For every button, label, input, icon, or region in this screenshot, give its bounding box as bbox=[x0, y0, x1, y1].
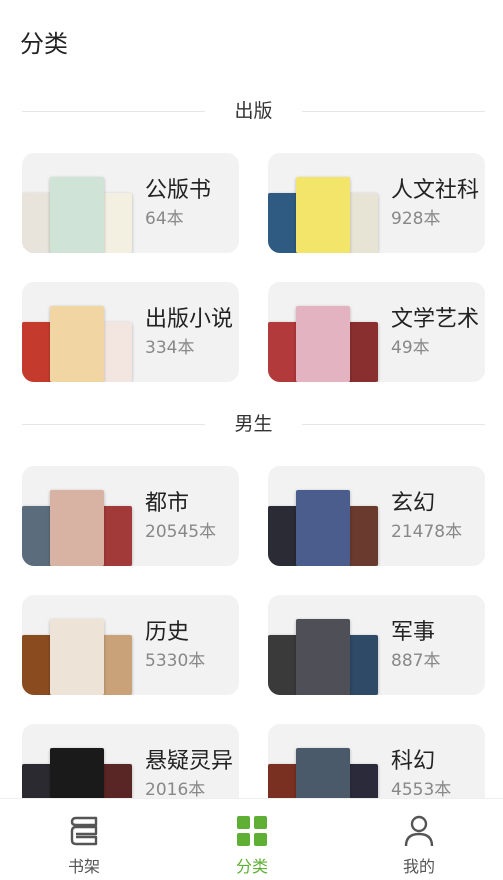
book-cover bbox=[268, 322, 298, 382]
book-cover bbox=[296, 490, 350, 566]
category-card[interactable]: 军事 887本 bbox=[268, 595, 485, 695]
book-cover bbox=[50, 306, 104, 382]
book-cover bbox=[50, 619, 104, 695]
book-cover bbox=[102, 322, 132, 382]
book-covers bbox=[22, 748, 132, 798]
category-name: 公版书 bbox=[145, 178, 212, 203]
bottom-tab-bar: 书架 分类 我的 bbox=[0, 798, 503, 880]
category-count: 21478本 bbox=[391, 522, 463, 542]
category-card[interactable]: 文学艺术 49本 bbox=[268, 282, 485, 382]
section-divider-publishing: 出版 bbox=[22, 101, 485, 121]
book-cover bbox=[296, 748, 350, 798]
category-count: 20545本 bbox=[145, 522, 217, 542]
category-name: 军事 bbox=[391, 620, 436, 645]
category-card[interactable]: 公版书 64本 bbox=[22, 153, 239, 253]
category-card[interactable]: 悬疑灵异 2016本 bbox=[22, 724, 239, 798]
book-covers bbox=[268, 177, 378, 253]
category-name: 悬疑灵异 bbox=[145, 749, 234, 774]
tab-category[interactable]: 分类 bbox=[168, 799, 336, 880]
book-cover bbox=[102, 635, 132, 695]
book-cover bbox=[268, 764, 298, 798]
tab-bookshelf[interactable]: 书架 bbox=[0, 799, 168, 880]
book-covers bbox=[268, 748, 378, 798]
category-name: 科幻 bbox=[391, 749, 436, 774]
category-count: 49本 bbox=[391, 338, 430, 358]
book-covers bbox=[22, 619, 132, 695]
category-name: 都市 bbox=[145, 491, 190, 516]
category-card[interactable]: 人文社科 928本 bbox=[268, 153, 485, 253]
section-title: 出版 bbox=[234, 100, 273, 122]
book-cover bbox=[22, 322, 52, 382]
book-cover bbox=[102, 193, 132, 253]
category-count: 887本 bbox=[391, 651, 441, 671]
tab-label: 书架 bbox=[67, 857, 100, 876]
book-cover bbox=[296, 619, 350, 695]
section-divider-male: 男生 bbox=[22, 414, 485, 434]
book-cover bbox=[22, 506, 52, 566]
book-cover bbox=[22, 193, 52, 253]
user-icon bbox=[404, 815, 434, 847]
category-card[interactable]: 玄幻 21478本 bbox=[268, 466, 485, 566]
book-covers bbox=[22, 177, 132, 253]
page-title: 分类 bbox=[20, 30, 68, 58]
category-name: 出版小说 bbox=[145, 307, 234, 332]
category-count: 64本 bbox=[145, 209, 184, 229]
book-covers bbox=[22, 306, 132, 382]
book-cover bbox=[102, 764, 132, 798]
book-cover bbox=[268, 193, 298, 253]
book-cover bbox=[22, 635, 52, 695]
book-cover bbox=[348, 193, 378, 253]
category-card[interactable]: 都市 20545本 bbox=[22, 466, 239, 566]
book-cover bbox=[348, 764, 378, 798]
grid-icon bbox=[237, 816, 267, 846]
book-covers bbox=[22, 490, 132, 566]
section-title: 男生 bbox=[234, 413, 273, 435]
book-cover bbox=[348, 322, 378, 382]
book-cover bbox=[296, 177, 350, 253]
category-count: 2016本 bbox=[145, 780, 206, 798]
book-cover bbox=[268, 635, 298, 695]
book-cover bbox=[268, 506, 298, 566]
book-covers bbox=[268, 306, 378, 382]
tab-profile[interactable]: 我的 bbox=[335, 799, 503, 880]
book-cover bbox=[348, 506, 378, 566]
category-count: 334本 bbox=[145, 338, 195, 358]
category-card[interactable]: 历史 5330本 bbox=[22, 595, 239, 695]
bookshelf-icon bbox=[70, 816, 98, 846]
book-cover bbox=[296, 306, 350, 382]
category-card[interactable]: 出版小说 334本 bbox=[22, 282, 239, 382]
category-name: 玄幻 bbox=[391, 491, 436, 516]
category-count: 928本 bbox=[391, 209, 441, 229]
category-name: 文学艺术 bbox=[391, 307, 480, 332]
book-cover bbox=[102, 506, 132, 566]
tab-label: 分类 bbox=[235, 857, 268, 876]
category-name: 人文社科 bbox=[391, 178, 480, 203]
book-covers bbox=[268, 490, 378, 566]
book-cover bbox=[50, 490, 104, 566]
category-scroll-area[interactable]: 分类 出版 公版书 64本 人文社科 928本 出版小说 334本 文学艺术 4… bbox=[0, 0, 503, 798]
book-cover bbox=[50, 177, 104, 253]
book-cover bbox=[50, 748, 104, 798]
book-cover bbox=[348, 635, 378, 695]
tab-label: 我的 bbox=[402, 857, 435, 876]
category-card[interactable]: 科幻 4553本 bbox=[268, 724, 485, 798]
category-name: 历史 bbox=[145, 620, 190, 645]
category-count: 5330本 bbox=[145, 651, 206, 671]
category-count: 4553本 bbox=[391, 780, 452, 798]
book-cover bbox=[22, 764, 52, 798]
book-covers bbox=[268, 619, 378, 695]
